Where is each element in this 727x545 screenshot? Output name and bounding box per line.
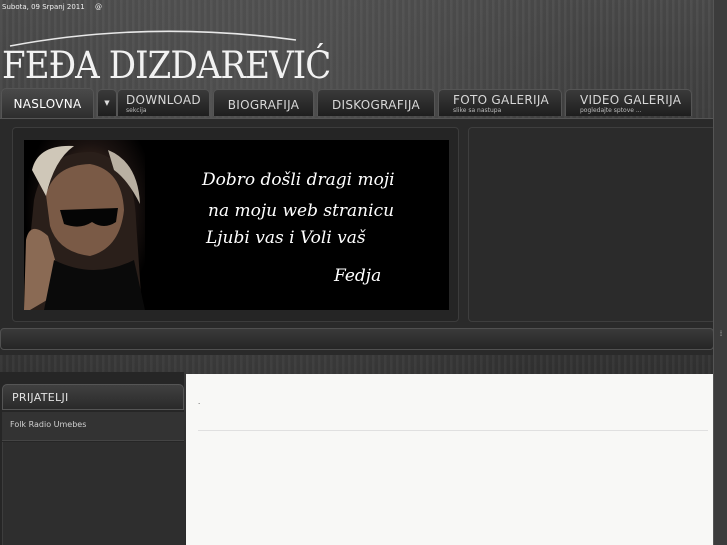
site-logo[interactable]: FEĐA DIZDAREVIĆ (2, 44, 331, 87)
sidebar-body (2, 442, 185, 545)
vertical-scrollbar[interactable]: ⁞ (713, 0, 727, 545)
tab-biografija[interactable]: BIOGRAFIJA (213, 89, 314, 116)
sidebar-heading: PRIJATELJI (2, 384, 184, 410)
scrollbar-grip-icon[interactable]: ⁞ (716, 330, 726, 344)
side-widget (468, 127, 716, 322)
at-icon: @ (94, 3, 102, 11)
main-content: . (186, 374, 714, 545)
tab-label: DOWNLOAD (126, 93, 201, 107)
tab-label: FOTO GALERIJA (453, 93, 550, 107)
chevron-down-icon: ▼ (104, 99, 110, 107)
tab-naslovna[interactable]: NASLOVNA (1, 88, 94, 118)
current-date: Subota, 09 Srpanj 2011 (2, 3, 85, 11)
sidebar-link-folk-radio[interactable]: Folk Radio Umebes (2, 412, 184, 441)
tab-video-galerija[interactable]: VIDEO GALERIJA pogledajte sptove ... (565, 89, 692, 116)
tab-label: NASLOVNA (13, 97, 82, 111)
tab-sublabel: slike sa nastupa (453, 107, 502, 114)
date-bar: Subota, 09 Srpanj 2011 @ (2, 3, 102, 11)
tab-label: DISKOGRAFIJA (332, 98, 420, 112)
sidebar-heading-label: PRIJATELJI (12, 391, 69, 404)
tab-label: VIDEO GALERIJA (580, 93, 682, 107)
tab-diskografija[interactable]: DISKOGRAFIJA (317, 89, 435, 116)
divider-strip (0, 328, 714, 350)
welcome-banner: Dobro došli dragi moji na moju web stran… (24, 140, 449, 310)
tab-dropdown-toggle[interactable]: ▼ (97, 89, 117, 116)
content-divider (198, 430, 708, 431)
tab-label: BIOGRAFIJA (227, 98, 300, 112)
tab-sublabel: sekcija (126, 107, 147, 114)
tab-sublabel: pogledajte sptove ... (580, 107, 642, 114)
main-navigation: NASLOVNA ▼ DOWNLOAD sekcija BIOGRAFIJA D… (0, 88, 714, 118)
artist-photo (24, 140, 145, 310)
tab-foto-galerija[interactable]: FOTO GALERIJA slike sa nastupa (438, 89, 562, 116)
content-text: . (198, 398, 201, 406)
tab-download[interactable]: DOWNLOAD sekcija (117, 89, 210, 116)
artist-portrait-icon (24, 145, 145, 310)
sidebar-item-label: Folk Radio Umebes (10, 420, 87, 429)
